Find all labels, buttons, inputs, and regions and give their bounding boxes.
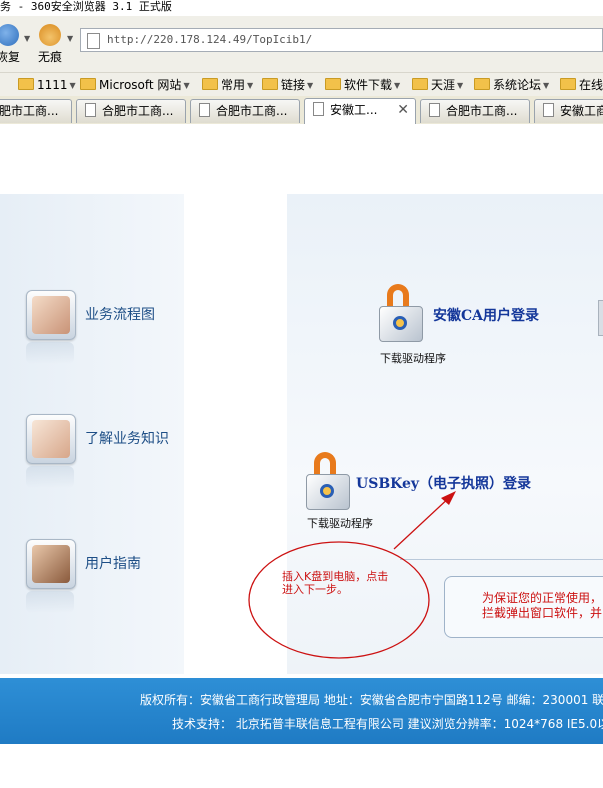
annotation-line: 插入K盘到电脑，点击 <box>282 570 389 583</box>
annotation-arrow <box>393 494 453 550</box>
annotation-note: 插入K盘到电脑，点击 进入下一步。 <box>282 570 388 596</box>
annotation-overlay <box>248 491 456 659</box>
annotation-ellipse <box>248 541 430 659</box>
footer-copyright: 版权所有：安徽省工商行政管理局 地址：安徽省合肥市宁国路112号 邮编：2300… <box>140 693 603 707</box>
footer-support: 技术支持： 北京拓普丰联信息工程有限公司 建议浏览分辨率：1024*768 IE… <box>172 717 603 731</box>
annotation-line: 进入下一步。 <box>282 583 348 596</box>
footer: 版权所有：安徽省工商行政管理局 地址：安徽省合肥市宁国路112号 邮编：2300… <box>0 678 603 744</box>
